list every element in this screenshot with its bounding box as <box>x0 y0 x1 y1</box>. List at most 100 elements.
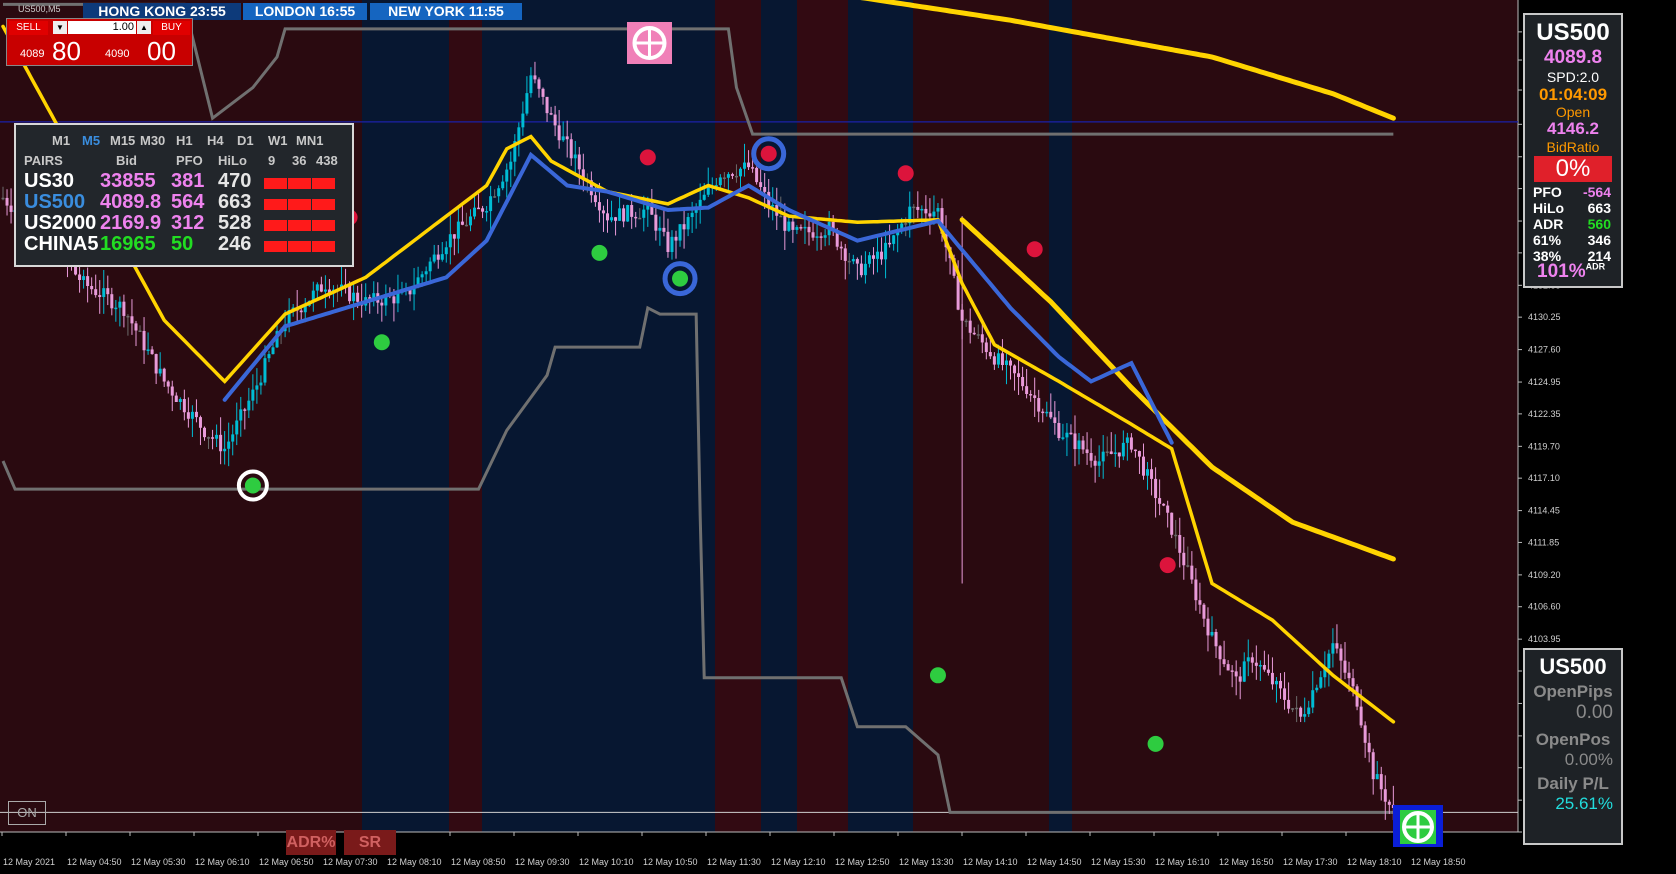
tf-h4[interactable]: H4 <box>207 133 224 148</box>
candle-body <box>980 334 984 343</box>
candle-body <box>1283 688 1287 700</box>
pair-hilo: 663 <box>218 191 252 213</box>
pair-bid: 4089.8 <box>100 191 162 213</box>
candle-body <box>1150 469 1154 479</box>
symbol-info-panel: US500 4089.8 SPD:2.0 01:04:09 Open 4146.… <box>1523 13 1623 288</box>
candle-body <box>315 284 319 291</box>
buy-button[interactable]: BUY <box>153 21 190 35</box>
candle-body <box>243 409 247 411</box>
candle-body <box>1053 417 1057 423</box>
candle-body <box>444 247 448 255</box>
candle-body <box>851 259 855 262</box>
session-newyork: NEW YORK 11:55 <box>370 3 522 20</box>
candle-body <box>658 227 662 231</box>
sr-button[interactable]: SR <box>344 830 396 855</box>
candle-body <box>876 251 880 259</box>
candle-body <box>565 136 569 140</box>
candle-body <box>392 296 396 304</box>
candle-body <box>755 167 759 183</box>
candle-body <box>1371 752 1375 780</box>
toggle-on-button[interactable]: ON <box>8 801 46 825</box>
lot-up-icon[interactable]: ▲ <box>137 21 151 34</box>
candle-body <box>138 330 142 333</box>
col-hilo: HiLo <box>218 153 247 168</box>
candle-body <box>134 323 138 331</box>
candle-body <box>1073 433 1077 450</box>
candle-body <box>618 208 622 221</box>
pairs-dashboard: M1 M5 M15 M30 H1 H4 D1 W1 MN1 PAIRS Bid … <box>14 123 354 267</box>
candle-body <box>525 93 529 114</box>
candle-body <box>1025 386 1029 394</box>
candle-body <box>718 177 722 186</box>
candle-body <box>1254 662 1258 666</box>
candle-body <box>231 434 235 442</box>
buy-price[interactable]: 4090 00 <box>101 36 193 66</box>
tf-h1[interactable]: H1 <box>176 133 193 148</box>
symbol-label: US500,M5 <box>18 4 61 14</box>
candle-body <box>553 114 557 126</box>
tf-mn1[interactable]: MN1 <box>296 133 323 148</box>
candle-body <box>529 75 533 94</box>
candle-body <box>456 221 460 239</box>
candle-body <box>299 310 303 313</box>
candle-body <box>1319 677 1323 688</box>
candle-body <box>1214 631 1218 647</box>
candle-body <box>1097 461 1101 466</box>
candle-body <box>1262 665 1266 670</box>
candle-body <box>1049 411 1053 418</box>
candle-body <box>972 332 976 335</box>
info-open-value: 4146.2 <box>1547 119 1599 138</box>
col-pfo: PFO <box>176 153 203 168</box>
candle-body <box>203 427 206 438</box>
tf-w1[interactable]: W1 <box>268 133 288 148</box>
candle-body <box>380 302 384 306</box>
x-tick-label: 12 May 09:30 <box>515 857 570 867</box>
candle-body <box>783 215 787 231</box>
tf-m1[interactable]: M1 <box>52 133 70 148</box>
candle-body <box>178 399 182 402</box>
tf-m5[interactable]: M5 <box>82 133 100 148</box>
adr-button[interactable]: ADR% <box>286 830 336 855</box>
candle-body <box>690 212 694 218</box>
candle-body <box>1045 411 1049 414</box>
lot-down-icon[interactable]: ▼ <box>53 21 67 34</box>
candle-body <box>843 248 847 261</box>
x-tick-label: 12 May 12:50 <box>835 857 890 867</box>
sell-button[interactable]: SELL <box>9 21 48 35</box>
trend-cell <box>312 178 335 189</box>
candle-body <box>702 194 706 200</box>
candle-body <box>1359 706 1363 726</box>
candle-body <box>1057 422 1061 439</box>
candle-body <box>1307 707 1311 715</box>
candle-body <box>662 227 666 232</box>
candle-body <box>730 174 734 176</box>
sell-price[interactable]: 4089 80 <box>7 36 99 66</box>
tf-m30[interactable]: M30 <box>140 133 165 148</box>
candle-body <box>464 224 468 227</box>
y-tick-label: 4122.35 <box>1528 409 1561 419</box>
candle-body <box>537 79 541 89</box>
candle-body <box>1226 664 1230 671</box>
stat-label: ADR <box>1533 216 1564 232</box>
candle-body <box>763 186 767 192</box>
stat-value: -564 <box>1582 184 1611 200</box>
candle-body <box>815 236 819 238</box>
pair-hilo: 470 <box>218 170 252 192</box>
candle-body <box>1158 498 1162 504</box>
lot-size-input[interactable]: 1.00 <box>68 21 136 34</box>
pair-symbol: US2000 <box>24 212 97 234</box>
tf-d1[interactable]: D1 <box>237 133 254 148</box>
candle-body <box>1109 451 1113 454</box>
x-tick-label: 12 May 17:30 <box>1283 857 1338 867</box>
candle-body <box>678 224 682 241</box>
candle-body <box>1182 552 1186 566</box>
candle-body <box>573 154 577 159</box>
x-tick-label: 12 May 06:10 <box>195 857 250 867</box>
candle-body <box>110 294 114 309</box>
info-bidratio-value: 0% <box>1534 156 1612 182</box>
candle-body <box>569 139 573 159</box>
candle-body <box>94 289 98 296</box>
candle-body <box>452 234 456 239</box>
tf-m15[interactable]: M15 <box>110 133 135 148</box>
candle-body <box>158 368 162 374</box>
